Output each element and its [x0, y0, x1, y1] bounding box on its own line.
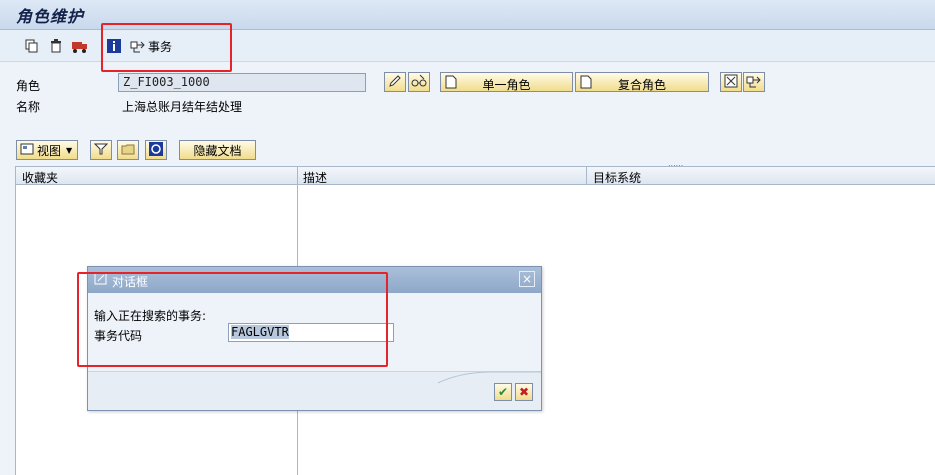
column-header-target-system[interactable]: 目标系统: [593, 169, 641, 186]
network-icon: [724, 74, 738, 91]
edit-button[interactable]: [384, 72, 406, 92]
column-header-favorites[interactable]: 收藏夹: [22, 169, 58, 186]
dropdown-arrow-icon: ▼: [66, 145, 73, 155]
glasses-pencil-icon: [411, 74, 427, 91]
page-title: 角色维护: [16, 7, 85, 26]
collapse-button[interactable]: [117, 140, 139, 160]
filter-icon: [93, 142, 109, 159]
cross-icon: ✖: [518, 385, 530, 399]
view-menu-button[interactable]: 视图 ▼: [16, 140, 78, 160]
display-change-button[interactable]: [408, 72, 430, 92]
filter-button[interactable]: [90, 140, 112, 160]
role-label: 角色: [16, 79, 41, 93]
transaction-share-icon: [746, 74, 762, 91]
name-label: 名称: [16, 100, 41, 114]
name-value: 上海总账月结年结处理: [122, 100, 243, 114]
delete-icon[interactable]: [48, 38, 64, 54]
checkmark-icon: ✔: [497, 385, 509, 399]
highlight-box-dialog: [77, 272, 388, 367]
transaction-tree-button[interactable]: [743, 72, 765, 92]
composite-role-button[interactable]: 复合角色: [575, 72, 709, 92]
hide-documentation-button[interactable]: 隐藏文档: [179, 140, 256, 160]
view-icon: [20, 142, 34, 159]
column-divider: [586, 166, 587, 185]
cancel-button[interactable]: ✖: [515, 383, 533, 401]
column-header-description[interactable]: 描述: [303, 169, 327, 186]
close-icon[interactable]: ×: [519, 271, 535, 287]
highlight-box-transaction: [101, 23, 232, 72]
copy-icon[interactable]: [24, 38, 40, 54]
grid-header: 收藏夹 描述 目标系统: [16, 166, 935, 185]
transport-truck-icon[interactable]: [72, 38, 88, 54]
role-field[interactable]: Z_FI003_1000: [118, 73, 366, 92]
confirm-button[interactable]: ✔: [494, 383, 512, 401]
dialog-footer: [88, 371, 541, 410]
pencil-icon: [388, 74, 402, 91]
folder-up-icon: [121, 142, 135, 159]
single-role-button[interactable]: 单一角色: [440, 72, 573, 92]
refresh-icon: [149, 141, 163, 159]
refresh-button[interactable]: [145, 140, 167, 160]
role-form: 角色 Z_FI003_1000 名称 上海总账月结年结处理 单一角色 复合角色: [0, 63, 935, 158]
graphic-button[interactable]: [720, 72, 742, 92]
